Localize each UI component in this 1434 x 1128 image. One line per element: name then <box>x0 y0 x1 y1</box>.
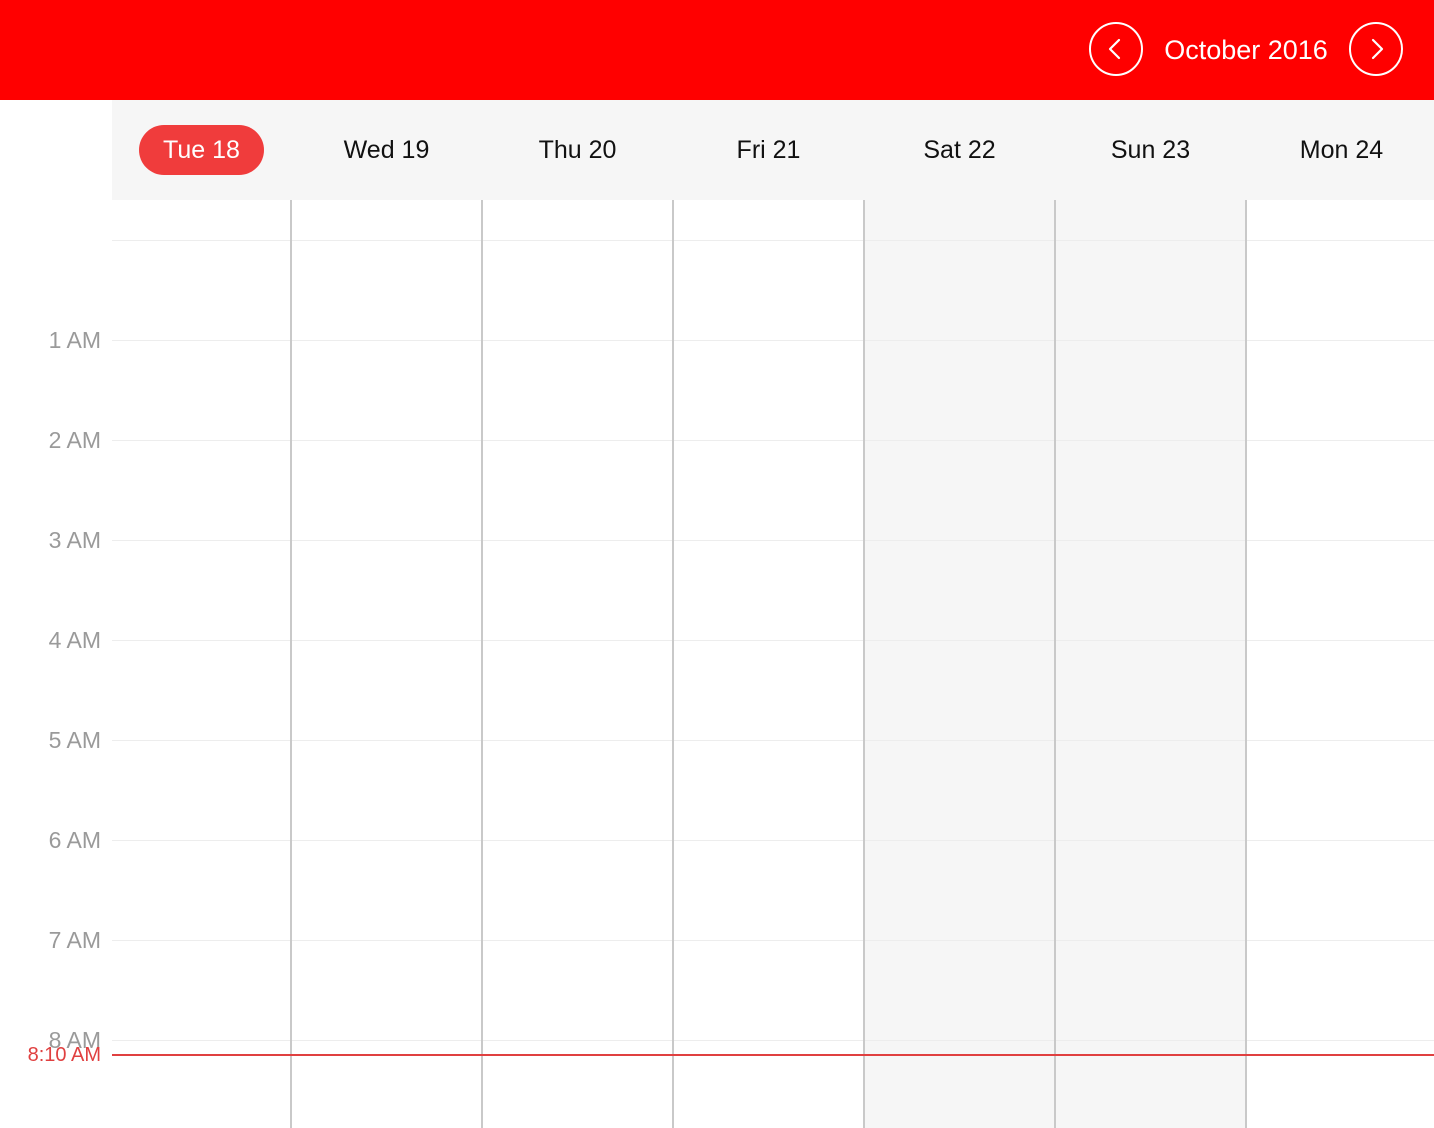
hour-label: 1 AM <box>48 327 101 353</box>
day-label: Sun 23 <box>1110 136 1191 164</box>
day-header-mon-24[interactable]: Mon 24 <box>1246 100 1434 200</box>
day-column-separator <box>863 200 865 1128</box>
day-label: Wed 19 <box>343 136 430 164</box>
next-week-button[interactable] <box>1349 22 1403 76</box>
hour-gridline <box>112 340 1434 341</box>
day-column-separator <box>1054 200 1056 1128</box>
day-header-wed-19[interactable]: Wed 19 <box>291 100 482 200</box>
hour-gridline <box>112 1040 1434 1041</box>
week-time-grid[interactable] <box>112 200 1434 1128</box>
day-label: Sat 22 <box>923 136 996 164</box>
hour-label: 7 AM <box>48 927 101 953</box>
current-time-line <box>112 1054 1434 1056</box>
current-time-label: 8:10 AM <box>27 1044 101 1066</box>
day-header-sun-23[interactable]: Sun 23 <box>1055 100 1246 200</box>
previous-week-button[interactable] <box>1089 22 1143 76</box>
day-column-separator <box>290 200 292 1128</box>
day-label: Fri 21 <box>736 136 801 164</box>
chevron-left-icon <box>1108 38 1121 60</box>
hour-gridline <box>112 440 1434 441</box>
month-title: October 2016 <box>1164 35 1328 65</box>
hour-label: 2 AM <box>48 427 101 453</box>
hour-label: 3 AM <box>48 527 101 553</box>
day-header-fri-21[interactable]: Fri 21 <box>673 100 864 200</box>
hour-label: 6 AM <box>48 827 101 853</box>
hour-label: 5 AM <box>48 727 101 753</box>
day-column-separator <box>1245 200 1247 1128</box>
day-header-thu-20[interactable]: Thu 20 <box>482 100 673 200</box>
day-label: Mon 24 <box>1299 136 1384 164</box>
day-column-separator <box>672 200 674 1128</box>
hour-gridline <box>112 240 1434 241</box>
day-header-row: Tue 18 Wed 19 Thu 20 Fri 21 Sat 22 Sun 23 Mon … <box>112 100 1434 200</box>
day-header-sat-22[interactable]: Sat 22 <box>864 100 1055 200</box>
today-badge: Tue 18 <box>139 125 264 175</box>
hour-gridline <box>112 740 1434 741</box>
day-column-separator <box>481 200 483 1128</box>
hour-gridline <box>112 840 1434 841</box>
hour-gridline <box>112 940 1434 941</box>
hour-gridline <box>112 540 1434 541</box>
top-bar: October 2016 <box>0 0 1434 100</box>
day-label: Thu 20 <box>538 136 617 164</box>
day-header-tue-18[interactable]: Tue 18 <box>112 100 291 200</box>
hour-label: 4 AM <box>48 627 101 653</box>
hour-gridline <box>112 640 1434 641</box>
chevron-right-icon <box>1371 38 1384 60</box>
